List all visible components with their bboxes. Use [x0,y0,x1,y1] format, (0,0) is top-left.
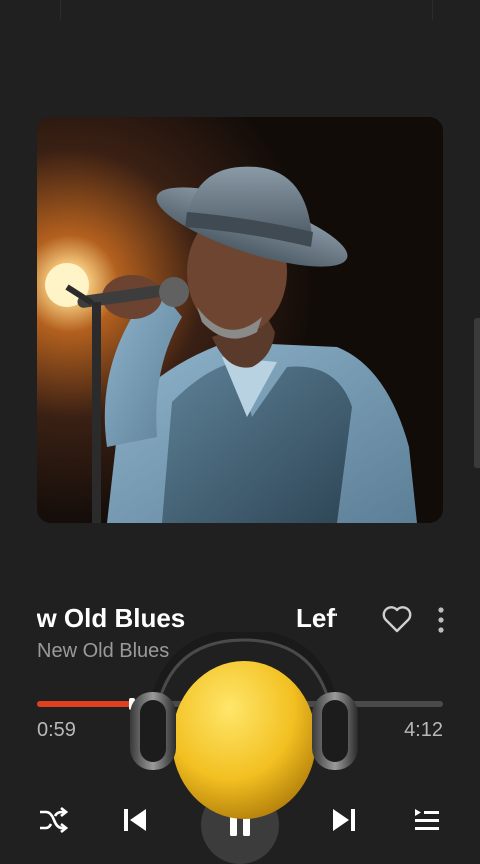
headphones-mascot-icon[interactable] [128,629,360,832]
heart-outline-icon[interactable] [381,604,413,634]
track-title-segment: ew Old Blues [37,603,186,633]
track-title-marquee: ew Old Blues Left M [37,600,337,636]
seek-bar-progress [37,701,132,707]
shuffle-icon[interactable] [33,800,73,840]
total-time: 4:12 [404,719,443,741]
queue-list-icon[interactable] [407,800,447,840]
album-art [37,117,443,523]
top-divider [432,0,433,20]
current-time: 0:59 [37,719,76,741]
more-vertical-icon[interactable] [431,604,451,636]
edge-scroll-handle[interactable] [474,318,480,468]
track-title-segment: Left M [296,603,337,633]
top-divider [60,0,61,20]
